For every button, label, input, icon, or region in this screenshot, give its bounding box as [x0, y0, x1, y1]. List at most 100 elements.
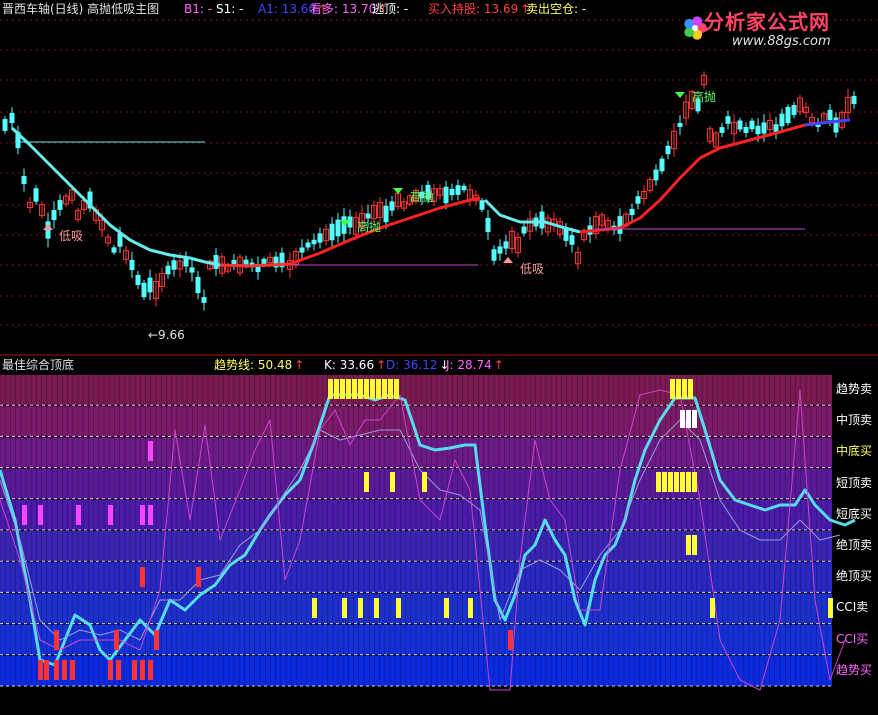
short-bottom-buy-bar [108, 505, 113, 525]
sub-indicator-0: 趋势线: 50.48 ↑ [214, 358, 305, 372]
band-label-6: 绝顶买 [836, 569, 873, 584]
candle-body [311, 239, 317, 245]
candle-body [629, 208, 635, 216]
band-label-4: 短底买 [836, 506, 873, 521]
candle-body [335, 219, 341, 237]
cci-sell-bar [342, 598, 347, 618]
top-sell-bar [692, 535, 697, 555]
candle-body [665, 145, 671, 155]
trend-sell-bar [346, 379, 351, 399]
trend-buy-bar [116, 660, 121, 680]
band-label-7: CCI卖 [836, 600, 869, 615]
short-top-sell-bar [656, 472, 661, 492]
short-bottom-buy-bar [22, 505, 27, 525]
candle-body [171, 260, 177, 270]
buy-arrow-icon [43, 224, 53, 230]
candle-body [497, 246, 503, 254]
trend-sell-bar [376, 379, 381, 399]
trend-sell-bar [670, 379, 675, 399]
trend-buy-bar [140, 660, 145, 680]
stock-chart-canvas[interactable] [0, 0, 878, 711]
candle-body [9, 112, 15, 124]
band-label-0: 趋势卖 [836, 382, 873, 396]
buy-arrow-icon [503, 257, 513, 263]
mid-top-sell-bar [680, 410, 685, 428]
short-bottom-buy-bar [140, 505, 145, 525]
cci-sell-bar [312, 598, 317, 618]
band-label-9: 趋势买 [836, 662, 873, 677]
sub-indicator-2: D: 36.12 ↓ [386, 358, 450, 372]
candle-body [111, 247, 117, 253]
top-sell-bar [686, 535, 691, 555]
flat-ma-line [219, 262, 291, 268]
trend-buy-bar [44, 660, 49, 680]
candle-body [755, 125, 761, 135]
candle-body [749, 120, 755, 130]
logo-center-icon [692, 25, 698, 31]
candle-body [243, 259, 249, 265]
band-label-1: 中顶卖 [836, 413, 873, 428]
short-bottom-buy-bar [38, 505, 43, 525]
sub-indicator-3: J: 28.74 ↑ [446, 358, 504, 372]
high-sell-label-2: 高抛 [410, 190, 435, 204]
top-indicator-5: 买入持股: 13.69 ↑ [428, 2, 531, 16]
top-indicator-1: S1: - [216, 2, 244, 16]
trend-buy-bar [62, 660, 67, 680]
trend-sell-bar [388, 379, 393, 399]
candle-body [449, 188, 455, 196]
candle-body [461, 185, 467, 191]
band-label-3: 短顶卖 [836, 475, 873, 490]
trend-sell-bar [370, 379, 375, 399]
cci-buy-bar [54, 630, 59, 650]
candle-body [33, 188, 39, 202]
candle-body [51, 209, 57, 221]
candle-body [147, 277, 153, 293]
trend-sell-bar [382, 379, 387, 399]
band-label-8: CCI买 [836, 631, 869, 646]
trend-buy-bar [54, 660, 59, 680]
short-top-sell-bar [692, 472, 697, 492]
price-low-label: ←9.66 [148, 328, 185, 342]
candle-body [455, 185, 461, 195]
trend-buy-bar [70, 660, 75, 680]
candle-body [2, 119, 8, 131]
candle-body [201, 297, 207, 303]
low-buy-label-2: 低吸 [520, 262, 545, 276]
cci-buy-bar [508, 630, 513, 650]
candle-body [479, 200, 485, 210]
candle-body [539, 211, 545, 229]
candle-body [761, 122, 767, 134]
cci-buy-bar [154, 630, 159, 650]
mid-bottom-buy-bar [148, 441, 153, 461]
up-arrow-icon: ↑ [493, 358, 504, 372]
candle-body [659, 158, 665, 172]
cci-sell-bar [444, 598, 449, 618]
top-buy-bar [196, 567, 201, 587]
cci-sell-bar [468, 598, 473, 618]
top-indicator-6: 卖出空仓: - [526, 2, 587, 16]
short-top-sell-bar [662, 472, 667, 492]
trend-buy-bar [108, 660, 113, 680]
candle-body [135, 274, 141, 286]
candle-body [329, 223, 335, 241]
candle-body [563, 229, 569, 241]
main-chart-title: 晋西车轴(日线) 高抛低吸主图 [2, 2, 160, 16]
candle-body [653, 169, 659, 181]
trend-sell-bar [688, 379, 693, 399]
trend-sell-bar [364, 379, 369, 399]
candle-body [743, 126, 749, 134]
candle-body [389, 201, 395, 211]
candle-body [305, 242, 311, 248]
rising-ma-line-2 [579, 123, 806, 234]
short-top-sell-bar [390, 472, 395, 492]
short-top-sell-bar [686, 472, 691, 492]
candle-body [791, 105, 797, 115]
candle-body [195, 276, 201, 294]
short-bottom-buy-bar [76, 505, 81, 525]
trend-sell-bar [682, 379, 687, 399]
trend-sell-bar [352, 379, 357, 399]
band-label-2: 中底买 [836, 444, 873, 459]
candle-body [617, 216, 623, 234]
trend-buy-bar [132, 660, 137, 680]
candle-body [57, 200, 63, 210]
